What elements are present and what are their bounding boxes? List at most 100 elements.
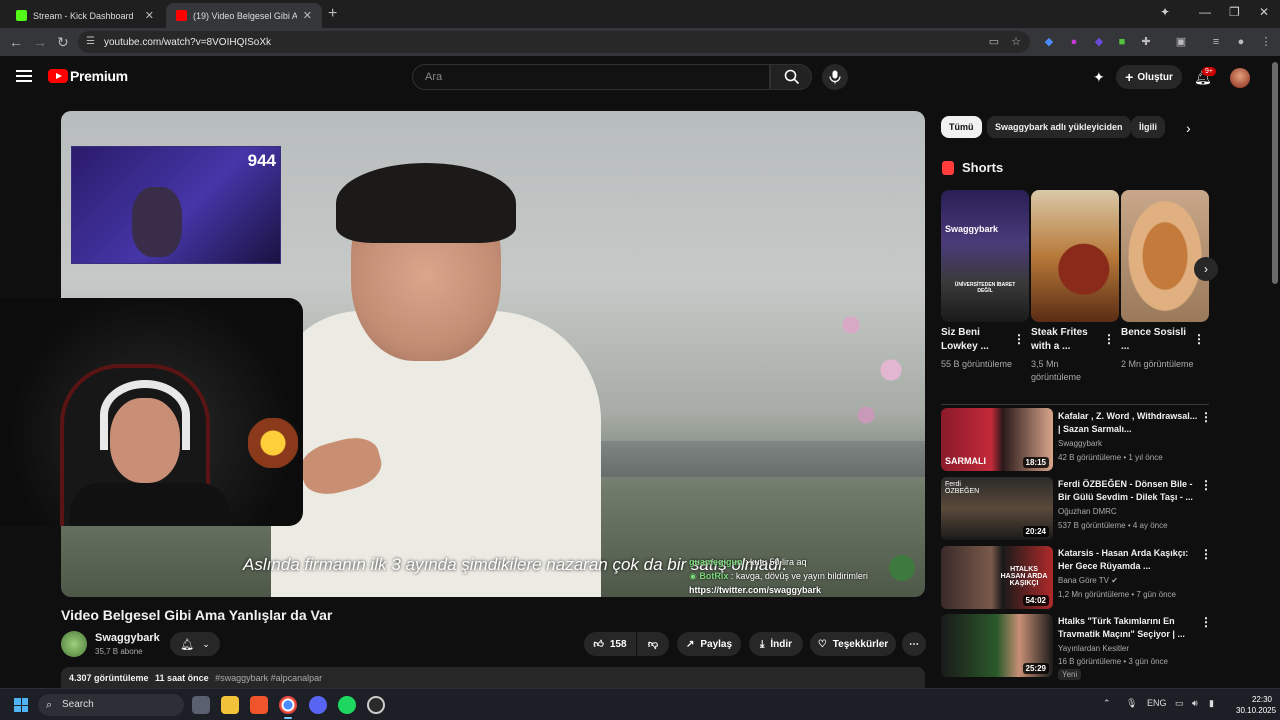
short-title[interactable]: Siz Beni Lowkey ... (941, 326, 1011, 354)
extensions-puzzle-icon[interactable]: ✚ (1138, 34, 1154, 50)
short-title[interactable]: Bence Sosisli ... (1121, 326, 1191, 354)
windows-taskbar: ⌕ Search ⌃ 🎙︎ ENG ▭ 🔊︎ ▮ 22:30 30.10.202… (0, 688, 1280, 720)
show-hidden-icons-icon[interactable]: ⌃ (1103, 698, 1111, 709)
youtube-header: Premium Ara ✦ + Oluştur 🔔︎ 9+ (0, 56, 1270, 98)
microphone-icon[interactable]: 🎙︎ (1126, 698, 1137, 709)
recommendation-channel[interactable]: Yayınlardan Kesitler (1058, 644, 1129, 653)
dislike-button[interactable]: 👎︎ (637, 632, 669, 656)
youtube-logo-icon[interactable] (48, 69, 68, 83)
view-count: 4.307 görüntüleme (69, 673, 149, 683)
minimize-button[interactable]: — (1199, 5, 1211, 19)
more-icon[interactable]: ⋮ (1193, 332, 1205, 346)
reload-button[interactable]: ↻ (57, 34, 69, 51)
more-actions-button[interactable]: ⋯ (902, 632, 926, 656)
menu-icon[interactable] (16, 70, 32, 82)
close-window-button[interactable]: ✕ (1259, 5, 1269, 19)
cast-icon[interactable]: ▭ (986, 34, 1002, 50)
maximize-button[interactable]: ❐ (1229, 5, 1240, 19)
magic-icon[interactable]: ✦ (1093, 69, 1105, 86)
description-box[interactable]: 4.307 görüntüleme 11 saat önce #swaggyba… (61, 667, 925, 688)
voice-search-button[interactable] (822, 64, 848, 90)
brand-label[interactable]: Premium (70, 68, 128, 84)
download-label: İndir (770, 638, 793, 650)
subscriber-count: 35,7 B abone (95, 647, 143, 656)
hashtags[interactable]: #swaggybark #alpcanalpar (215, 673, 322, 683)
more-icon[interactable]: ⋮ (1200, 478, 1212, 492)
more-icon[interactable]: ⋮ (1200, 615, 1212, 629)
thanks-button[interactable]: ♡ Teşekkürler (810, 632, 896, 656)
close-tab-icon[interactable]: ✕ (303, 9, 312, 22)
windows-start-icon[interactable] (14, 698, 28, 712)
address-bar[interactable]: ☰ youtube.com/watch?v=8VOIHQISoXk (78, 31, 1030, 53)
bot-icon: ◉ (689, 571, 700, 581)
recommendation-channel[interactable]: Swaggybark (1058, 439, 1102, 448)
forward-button[interactable]: → (33, 34, 47, 50)
chip-all[interactable]: Tümü (941, 116, 982, 138)
site-info-icon[interactable]: ☰ (86, 36, 95, 47)
file-explorer-icon[interactable] (221, 696, 239, 714)
menu-icon[interactable]: ⋮ (1258, 34, 1274, 50)
tab-kick-dashboard[interactable]: Stream - Kick Dashboard ✕ (6, 3, 164, 28)
recommendation-thumbnail[interactable]: Ferdi ÖZBEĞEN 20:24 (941, 477, 1053, 540)
close-tab-icon[interactable]: ✕ (145, 9, 154, 22)
chevron-right-icon[interactable]: › (1186, 120, 1191, 136)
like-button[interactable]: 👍︎ 158 (584, 632, 636, 656)
extension-icon[interactable]: ■ (1114, 34, 1130, 50)
recommendation-channel[interactable]: Oğuzhan DMRC (1058, 507, 1117, 516)
recommendation-thumbnail[interactable]: SARMALI 18:15 (941, 408, 1053, 471)
short-title[interactable]: Steak Frites with a ... (1031, 326, 1101, 354)
brave-browser-icon[interactable] (250, 696, 268, 714)
recommendation-thumbnail[interactable]: 25:29 (941, 614, 1053, 677)
bookmark-star-icon[interactable]: ☆ (1008, 34, 1024, 50)
system-clock[interactable]: 22:30 30.10.2025 (1236, 694, 1276, 716)
search-button[interactable] (770, 64, 812, 90)
chip-related[interactable]: İlgili (1131, 116, 1165, 138)
volume-icon[interactable]: 🔊︎ (1192, 698, 1198, 709)
extension-icon[interactable]: ◆ (1091, 34, 1107, 50)
avatar[interactable] (1230, 68, 1250, 88)
more-icon[interactable]: ⋮ (1013, 332, 1025, 346)
download-button[interactable]: ⤓ İndir (749, 632, 803, 656)
obs-icon[interactable] (367, 696, 385, 714)
battery-icon[interactable]: ▮ (1209, 698, 1214, 709)
chevron-right-icon[interactable]: › (1194, 257, 1218, 281)
more-icon[interactable]: ⋮ (1103, 332, 1115, 346)
spotify-icon[interactable] (338, 696, 356, 714)
more-icon[interactable]: ⋮ (1200, 547, 1212, 561)
recommendation-title[interactable]: Ferdi ÖZBEĞEN - Dönsen Bile - Bir Gülü S… (1058, 478, 1198, 504)
short-thumbnail[interactable] (1121, 190, 1209, 322)
short-thumbnail[interactable]: Swaggybark ÜNİVERSİTEDEN İBARET DEĞİL (941, 190, 1029, 322)
recommendation-title[interactable]: Kafalar , Z. Word , Withdrawsal... | Saz… (1058, 410, 1198, 436)
network-icon[interactable]: ▭ (1175, 698, 1184, 709)
reading-list-icon[interactable]: ≡ (1208, 34, 1224, 50)
more-icon[interactable]: ⋮ (1200, 410, 1212, 424)
recommendation-title[interactable]: Katarsis - Hasan Arda Kaşıkçı: Her Gece … (1058, 547, 1198, 573)
gemini-icon[interactable]: ✦ (1160, 5, 1170, 19)
back-button[interactable]: ← (9, 34, 23, 50)
subscription-bell-button[interactable]: 🔔︎ ⌄ (170, 632, 220, 656)
recommendation-thumbnail[interactable]: HTALKS HASAN ARDA KAŞIKÇI 54:02 (941, 546, 1053, 609)
tab-youtube-video[interactable]: (19) Video Belgesel Gibi Ama Ya ✕ (166, 3, 322, 28)
task-view-icon[interactable] (192, 696, 210, 714)
scrollbar[interactable] (1272, 62, 1278, 284)
extension-icon[interactable]: ● (1066, 34, 1082, 50)
discord-icon[interactable] (309, 696, 327, 714)
chrome-icon[interactable] (279, 696, 297, 719)
create-button[interactable]: + Oluştur (1116, 65, 1182, 89)
browser-toolbar: ← → ↻ ☰ youtube.com/watch?v=8VOIHQISoXk … (0, 28, 1280, 56)
search-input[interactable]: Ara (412, 64, 770, 90)
search-icon: ⌕ (46, 699, 53, 711)
share-button[interactable]: ↗ Paylaş (677, 632, 741, 656)
taskbar-search[interactable]: ⌕ Search (38, 694, 184, 716)
chip-from-uploader[interactable]: Swaggybark adlı yükleyiciden (987, 116, 1131, 138)
profile-icon[interactable]: ● (1233, 34, 1249, 50)
extension-icon[interactable]: ◆ (1041, 34, 1057, 50)
channel-name[interactable]: Swaggybark (95, 632, 160, 644)
split-view-icon[interactable]: ▣ (1173, 34, 1189, 50)
language-indicator[interactable]: ENG (1147, 698, 1167, 708)
short-thumbnail[interactable] (1031, 190, 1119, 322)
channel-avatar[interactable] (61, 631, 87, 657)
recommendation-channel[interactable]: Bana Göre TV ✔ (1058, 576, 1118, 585)
recommendation-title[interactable]: Htalks "Türk Takımlarını En Travmatik Ma… (1058, 615, 1198, 641)
new-tab-button[interactable]: + (328, 5, 337, 23)
